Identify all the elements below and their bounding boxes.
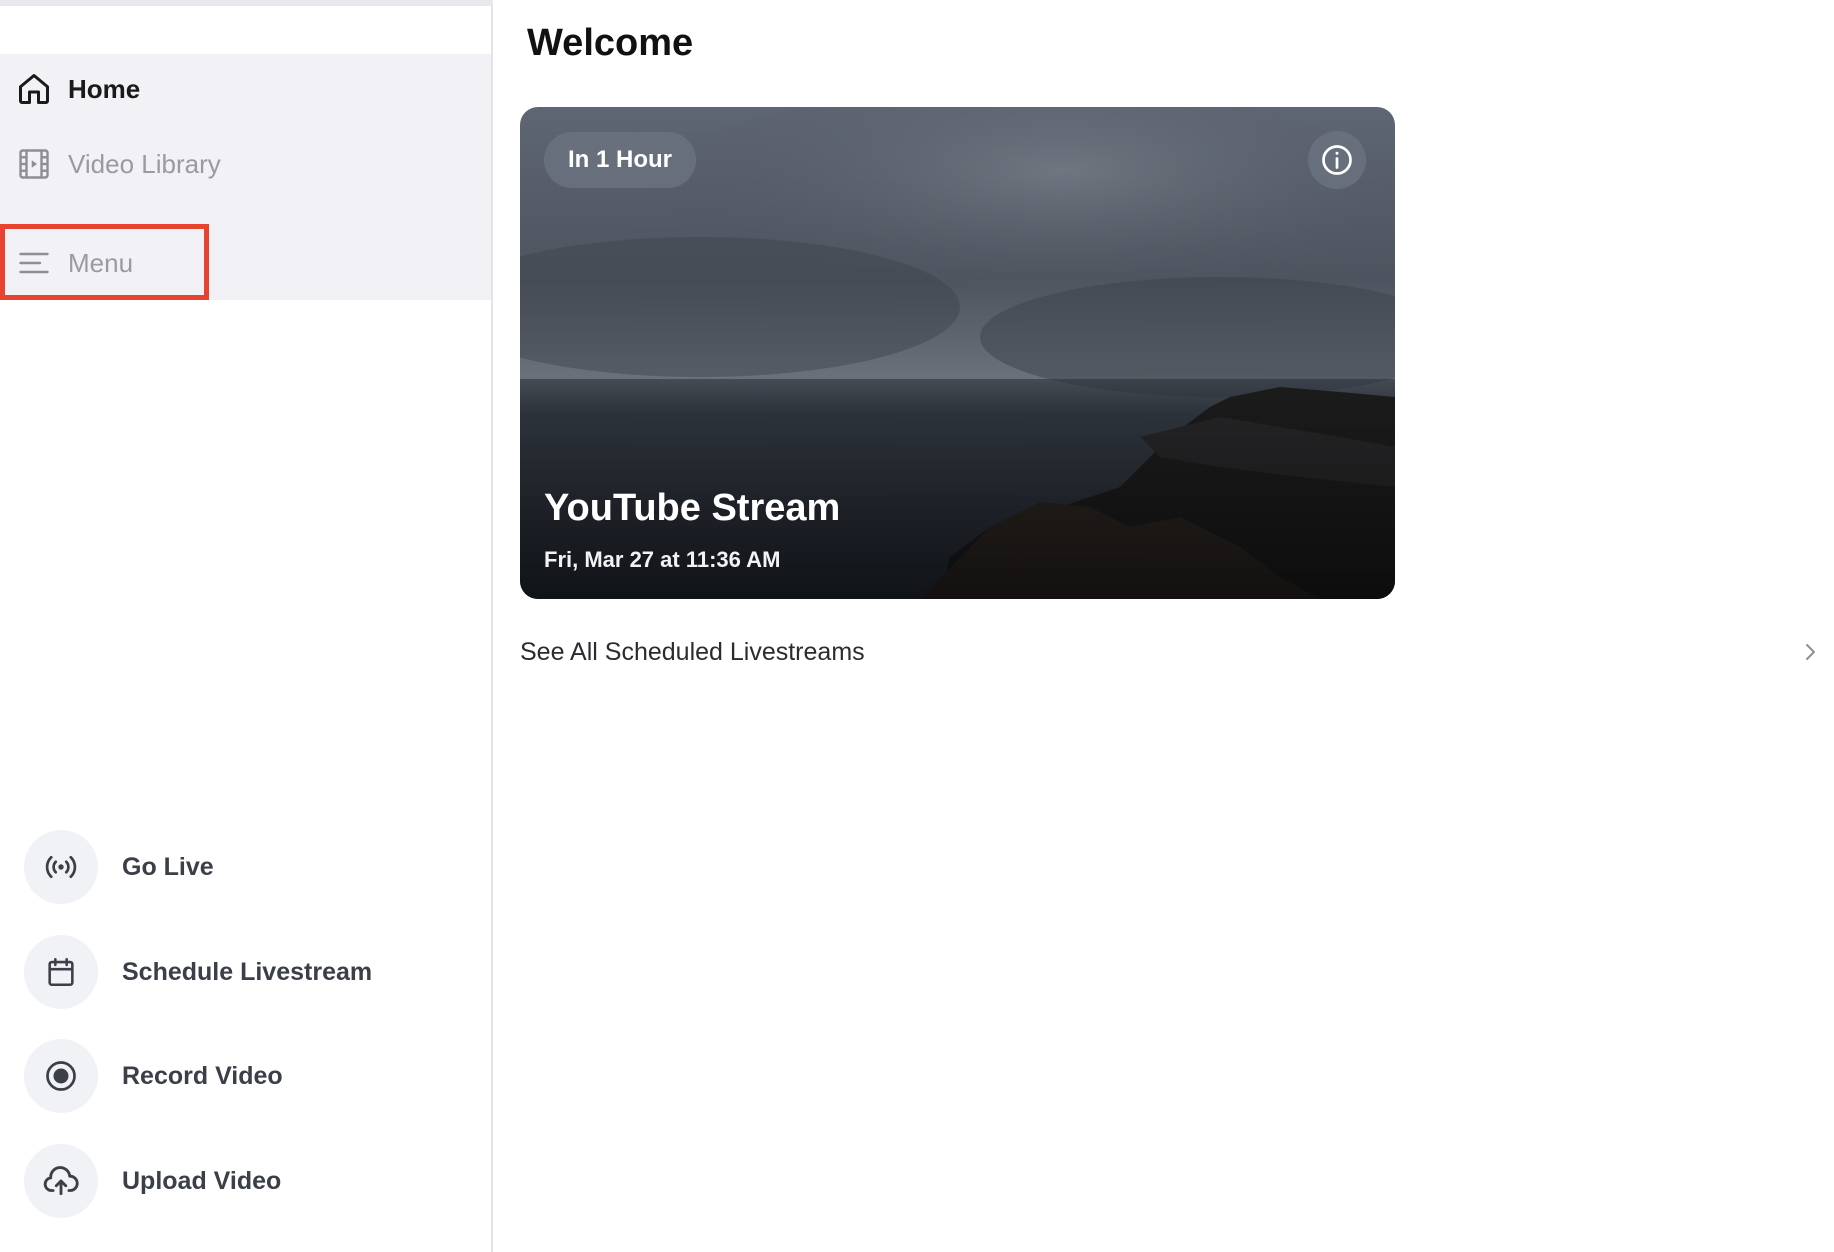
- stream-datetime: Fri, Mar 27 at 11:36 AM: [544, 547, 781, 572]
- home-icon: [16, 71, 52, 107]
- app-window: Home Video Library Menu Go Live Schedule…: [0, 0, 1834, 1252]
- schedule-livestream-label: Schedule Livestream: [122, 957, 373, 986]
- schedule-livestream-button[interactable]: Schedule Livestream: [24, 934, 372, 1010]
- upload-video-label: Upload Video: [122, 1166, 282, 1195]
- page-title: Welcome: [527, 22, 694, 64]
- sidebar-item-menu[interactable]: Menu: [0, 228, 491, 298]
- info-icon: [1322, 145, 1352, 175]
- go-live-label: Go Live: [122, 852, 214, 881]
- stream-title: YouTube Stream: [544, 487, 841, 529]
- broadcast-icon: [24, 830, 98, 904]
- sidebar-item-home[interactable]: Home: [0, 54, 491, 124]
- info-button[interactable]: [1308, 131, 1366, 189]
- see-all-scheduled-link[interactable]: See All Scheduled Livestreams: [520, 630, 1822, 674]
- schedule-badge: In 1 Hour: [544, 132, 697, 188]
- sidebar: Home Video Library Menu Go Live Schedule…: [0, 0, 493, 1252]
- record-icon: [24, 1039, 98, 1113]
- chevron-right-icon: [1806, 644, 1815, 660]
- film-icon: [16, 146, 52, 182]
- sidebar-item-label: Menu: [68, 247, 134, 278]
- main-content: Welcome In 1 Hour YouTube Stream Fri, Ma…: [493, 0, 1834, 1252]
- cloud-upload-icon: [24, 1144, 98, 1218]
- top-strip: [0, 0, 493, 6]
- record-video-label: Record Video: [122, 1061, 283, 1090]
- see-all-label: See All Scheduled Livestreams: [520, 637, 865, 666]
- sidebar-item-label: Video Library: [68, 148, 221, 179]
- hamburger-icon: [16, 245, 52, 281]
- sidebar-item-video-library[interactable]: Video Library: [0, 129, 491, 199]
- scheduled-stream-card[interactable]: In 1 Hour YouTube Stream Fri, Mar 27 at …: [520, 107, 1395, 599]
- sidebar-item-label: Home: [68, 73, 141, 104]
- calendar-icon: [24, 935, 98, 1009]
- go-live-button[interactable]: Go Live: [24, 829, 214, 905]
- record-video-button[interactable]: Record Video: [24, 1038, 283, 1114]
- upload-video-button[interactable]: Upload Video: [24, 1143, 281, 1219]
